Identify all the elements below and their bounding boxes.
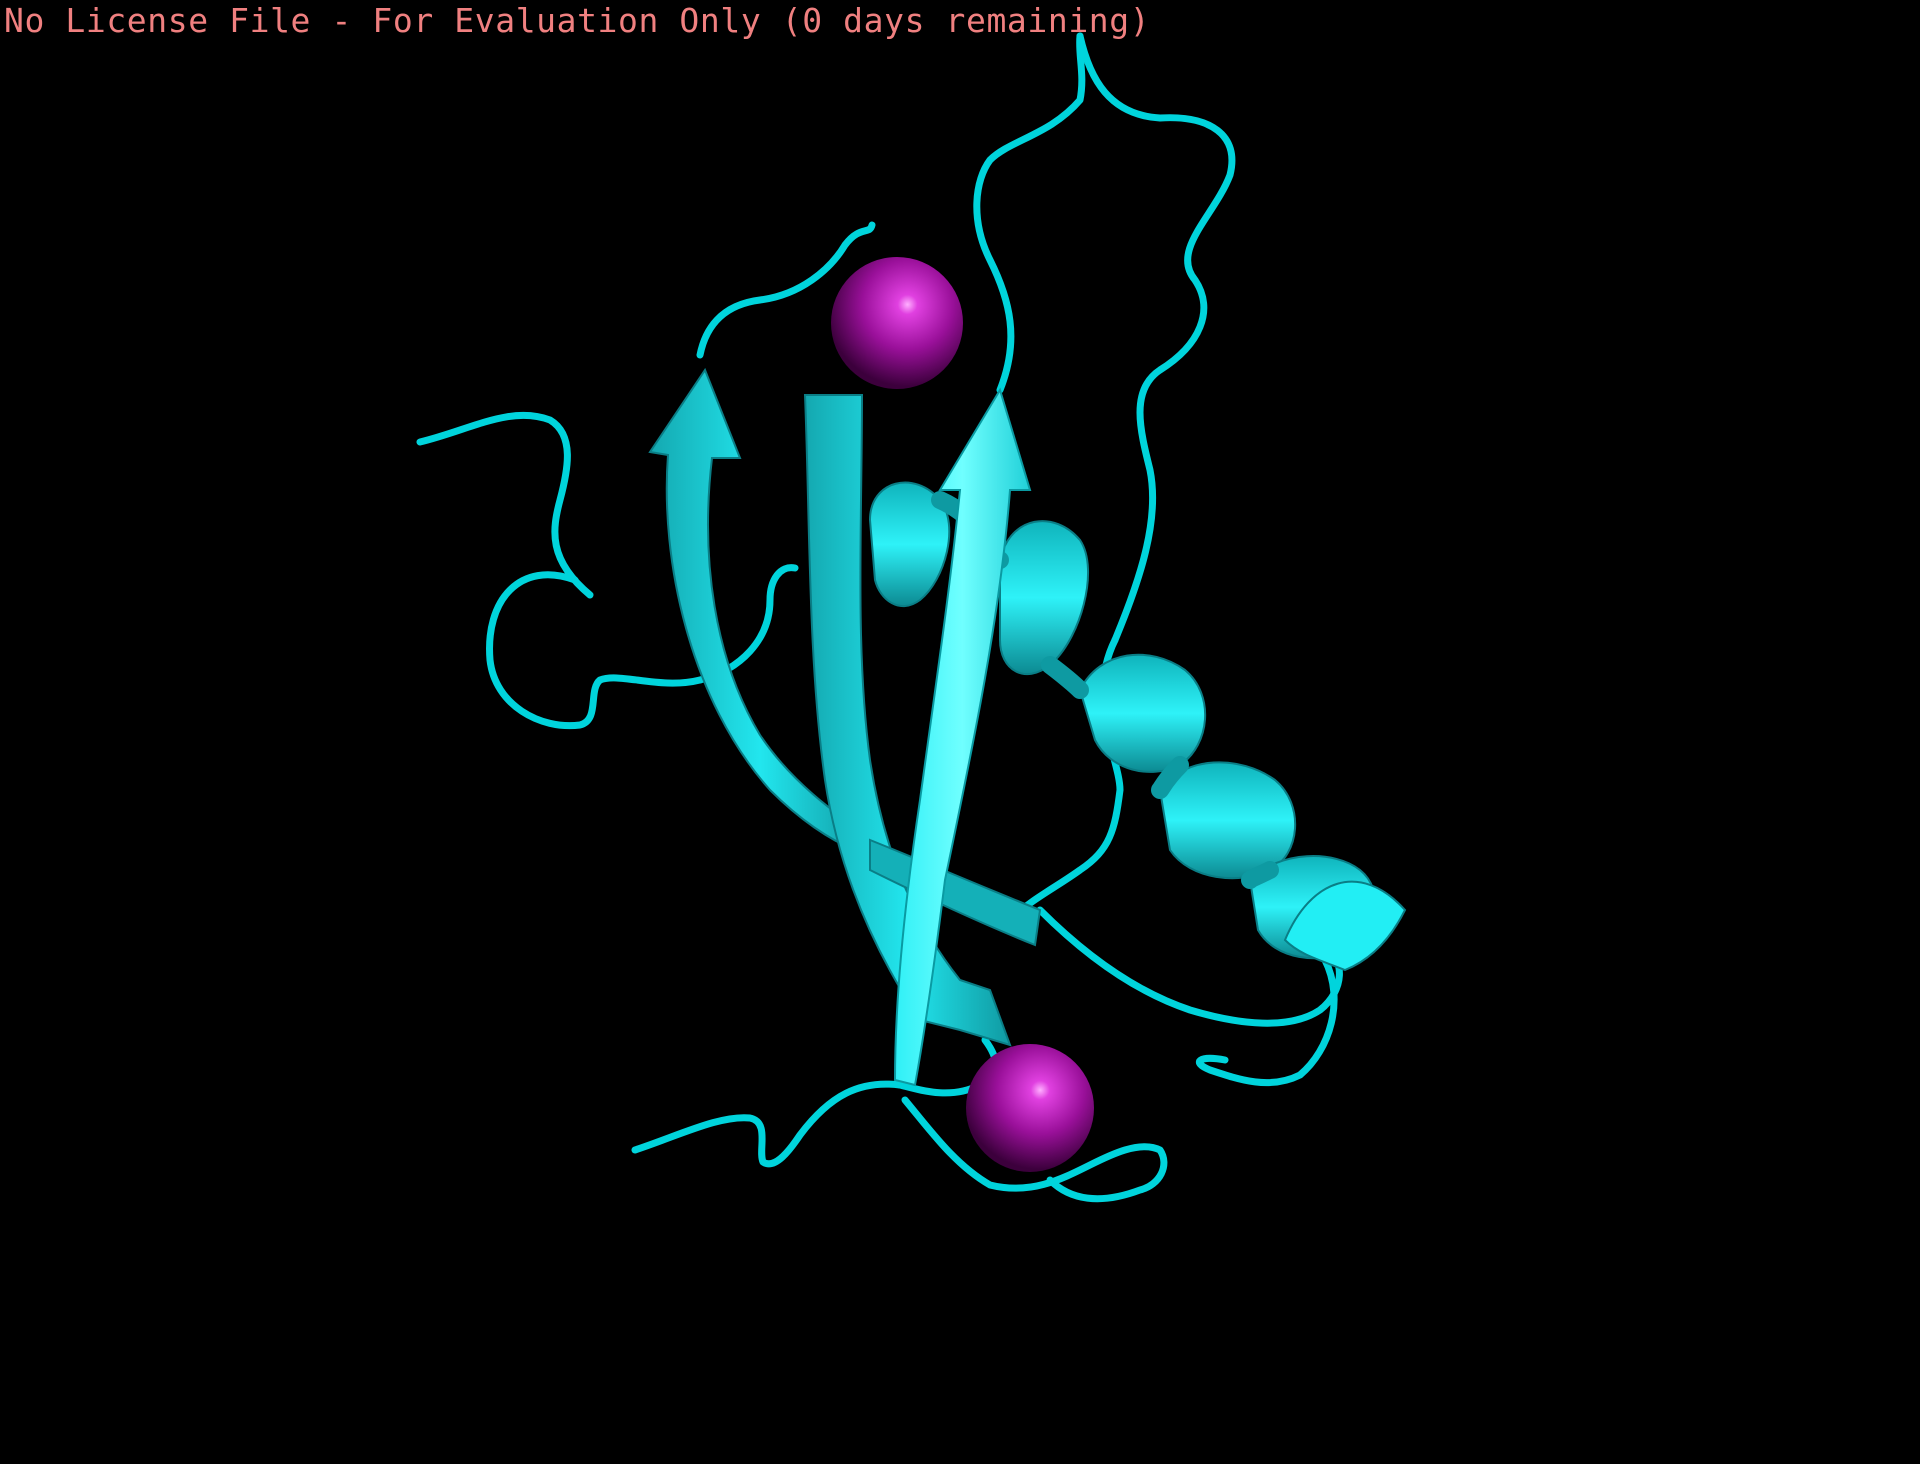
molecular-viewport[interactable]: No License File - For Evaluation Only (0… [0,0,1920,1464]
ion-sphere-top [831,257,963,389]
helix-turn-2 [999,520,1089,676]
helix-turn-3 [1078,653,1206,773]
coil-loops [416,32,1343,1203]
license-warning-banner: No License File - For Evaluation Only (0… [4,1,1151,40]
coil-far-right-loop [1076,32,1236,644]
coil-bottom-left-terminus [631,1080,904,1168]
coil-left-terminus [416,411,594,599]
beta-sheet [648,367,1042,1087]
coil-left-lower-loop [486,571,704,730]
coil-top-right-loop [973,32,1086,394]
protein-structure-render[interactable] [0,0,1920,1464]
helix-turn-4 [1158,761,1296,880]
ion-sphere-bottom [966,1044,1094,1172]
